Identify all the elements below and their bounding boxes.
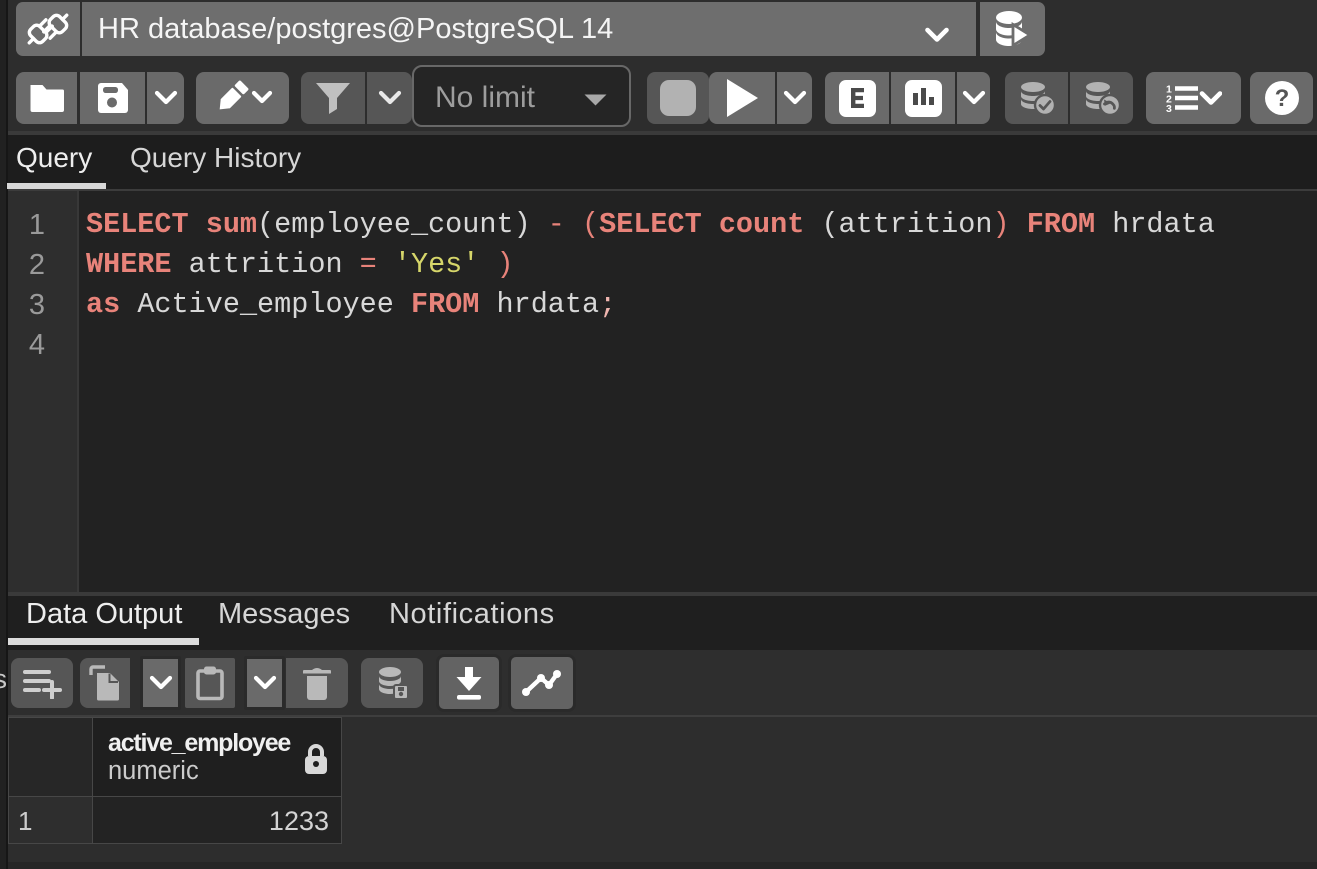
svg-text:?: ? (1274, 85, 1289, 112)
svg-text:3: 3 (1166, 103, 1172, 112)
